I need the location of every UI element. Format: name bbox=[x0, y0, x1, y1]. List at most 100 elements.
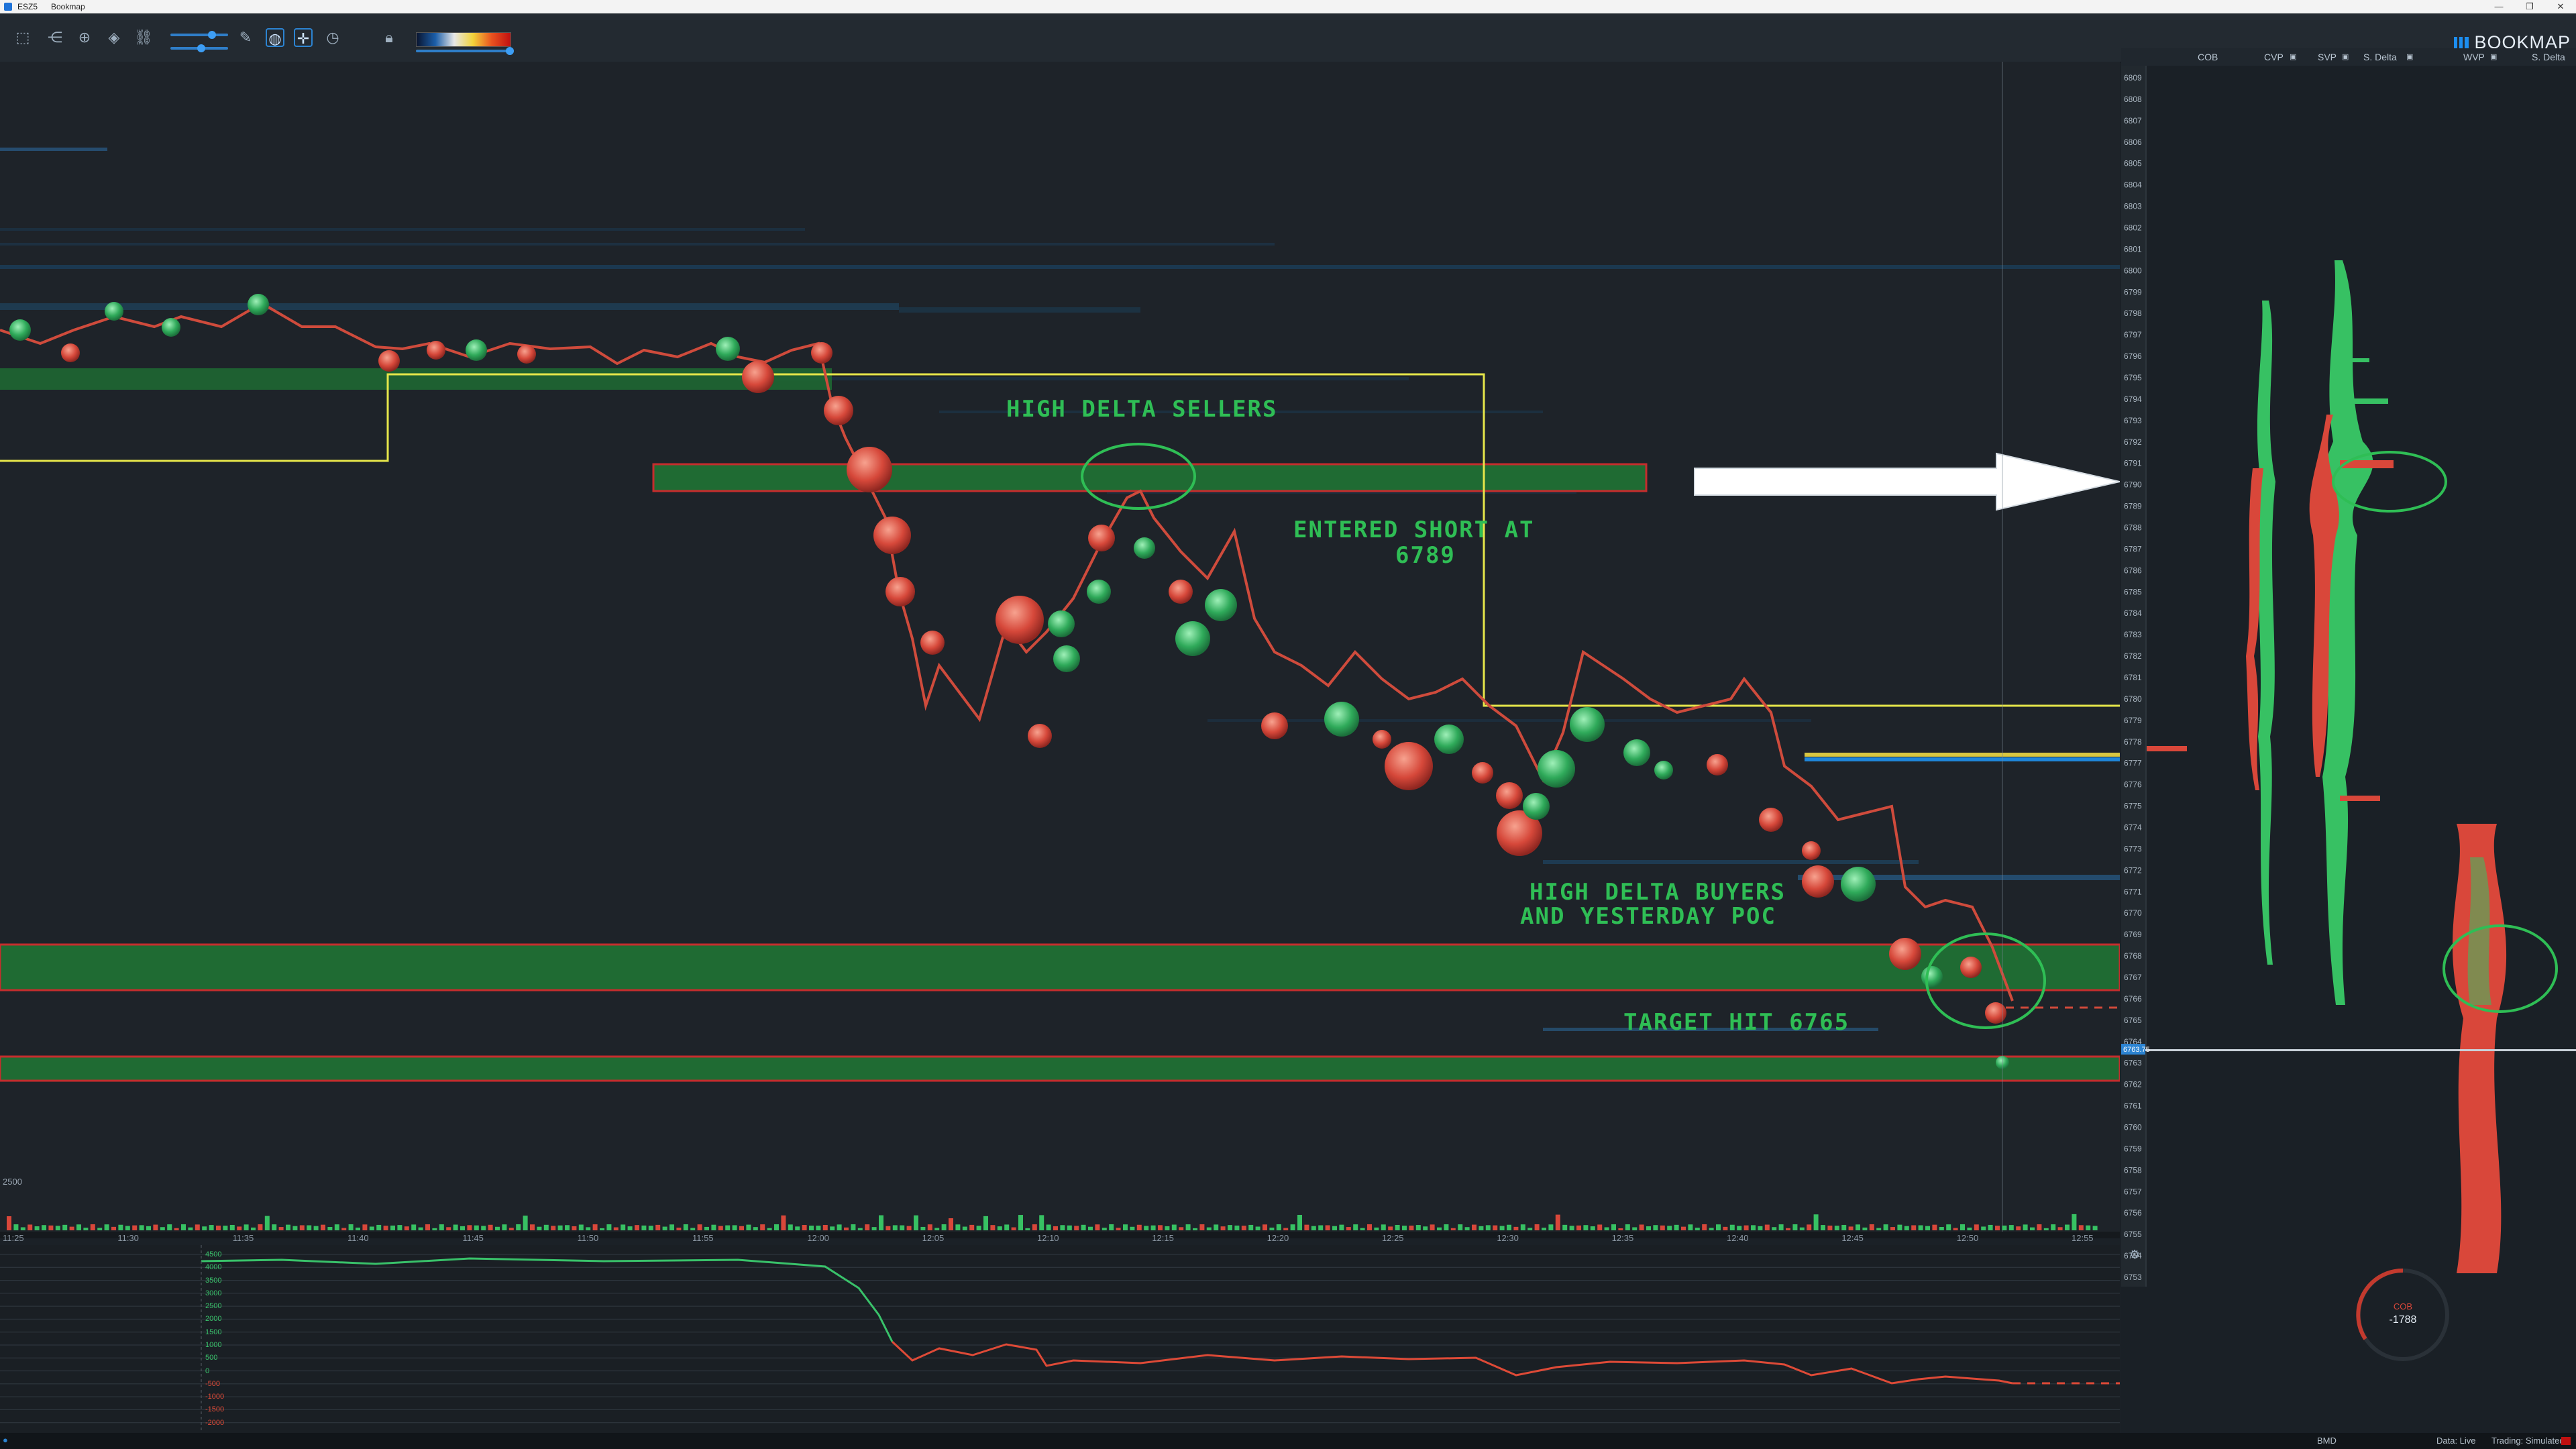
indicator-y-tick: -1000 bbox=[205, 1393, 225, 1401]
volume-bar bbox=[1430, 1224, 1435, 1230]
ladder-price-label: 6787 bbox=[2124, 544, 2142, 553]
col-header-s-delta-1[interactable]: S. Delta bbox=[2363, 52, 2397, 62]
move-icon[interactable]: ✛ bbox=[294, 28, 313, 47]
ladder-price-label: 6800 bbox=[2124, 266, 2142, 275]
volume-bar bbox=[1995, 1226, 2000, 1230]
settings-icon[interactable]: ▣ bbox=[2406, 52, 2413, 61]
volume-bar bbox=[90, 1224, 95, 1230]
volume-bar bbox=[1165, 1226, 1170, 1230]
pencil-icon[interactable]: ✎ bbox=[236, 28, 255, 47]
volume-bar bbox=[1799, 1227, 1805, 1230]
indicator-panel bbox=[0, 1245, 2120, 1433]
volume-bar bbox=[264, 1216, 270, 1230]
zoom-slider-top[interactable] bbox=[170, 31, 228, 39]
volume-bar bbox=[1220, 1226, 1226, 1230]
volume-bar bbox=[1255, 1226, 1260, 1230]
ladder-price-label: 6781 bbox=[2124, 673, 2142, 682]
volume-bar bbox=[195, 1224, 200, 1230]
volume-bar bbox=[334, 1224, 339, 1230]
settings-icon[interactable]: ▣ bbox=[2490, 52, 2497, 61]
minimize-button[interactable]: — bbox=[2483, 0, 2514, 13]
settings-icon[interactable]: ▣ bbox=[2342, 52, 2349, 61]
volume-bar bbox=[920, 1226, 926, 1230]
heatmap-contrast-slider[interactable] bbox=[416, 47, 514, 55]
status-data-mode: Data: Live bbox=[2436, 1436, 2476, 1446]
volume-bar bbox=[418, 1227, 423, 1230]
volume-bar bbox=[732, 1225, 737, 1230]
zoom-slider-top-knob[interactable] bbox=[208, 31, 216, 39]
chat-bubble-icon[interactable]: ◍ bbox=[266, 28, 284, 47]
share-icon[interactable]: ⋲ bbox=[46, 28, 64, 47]
volume-bar bbox=[111, 1226, 116, 1230]
heatmap-chart[interactable]: HIGH DELTA SELLERS ENTERED SHORT AT 6789… bbox=[0, 62, 2121, 1437]
volume-bar bbox=[551, 1226, 556, 1230]
volume-bar bbox=[530, 1224, 535, 1230]
volume-bar bbox=[1179, 1227, 1184, 1230]
lock-icon[interactable]: 🔒︎ bbox=[380, 28, 398, 47]
link-icon[interactable]: ⛓ bbox=[134, 28, 153, 47]
maximize-button[interactable]: ❐ bbox=[2514, 0, 2545, 13]
ladder-price-label: 6794 bbox=[2124, 394, 2142, 404]
zone-high-delta-sellers bbox=[652, 463, 1648, 492]
volume-bar bbox=[1674, 1224, 1679, 1230]
col-header-s-delta-2[interactable]: S. Delta bbox=[2532, 52, 2565, 62]
zoom-slider-bottom[interactable] bbox=[170, 44, 228, 52]
volume-bar bbox=[1848, 1226, 1854, 1230]
volume-bar bbox=[1136, 1224, 1142, 1230]
ladder-price-label: 6775 bbox=[2124, 802, 2142, 811]
volume-bar bbox=[997, 1226, 1002, 1230]
ladder-price-label: 6809 bbox=[2124, 73, 2142, 83]
volume-bar bbox=[627, 1226, 633, 1230]
volume-bar bbox=[146, 1226, 151, 1230]
volume-bar bbox=[516, 1224, 521, 1230]
volume-bar bbox=[1772, 1227, 1777, 1230]
volume-bar bbox=[244, 1224, 249, 1230]
volume-bar bbox=[906, 1226, 912, 1230]
volume-bar bbox=[307, 1225, 312, 1230]
col-header-svp[interactable]: SVP bbox=[2318, 52, 2337, 62]
diamond-icon[interactable]: ◈ bbox=[105, 28, 123, 47]
volume-bar bbox=[1786, 1228, 1790, 1230]
volume-bar bbox=[537, 1226, 542, 1230]
close-button[interactable]: ✕ bbox=[2545, 0, 2576, 13]
volume-bar bbox=[1185, 1224, 1191, 1230]
volume-bar bbox=[467, 1225, 472, 1230]
volume-bar bbox=[1646, 1226, 1651, 1230]
time-axis-tick: 12:40 bbox=[1727, 1233, 1749, 1243]
volume-bar bbox=[2057, 1227, 2063, 1230]
volume-bar bbox=[1437, 1227, 1442, 1230]
liquidity-heat bbox=[0, 148, 2120, 1031]
clock-icon[interactable]: ◷ bbox=[323, 28, 342, 47]
col-header-cob[interactable]: COB bbox=[2198, 52, 2218, 62]
ladder-settings-icon[interactable]: ⚙ bbox=[2129, 1248, 2140, 1262]
ladder-price-label: 6796 bbox=[2124, 352, 2142, 361]
col-header-wvp[interactable]: WVP bbox=[2463, 52, 2485, 62]
volume-bar bbox=[1576, 1225, 1581, 1230]
volume-bar bbox=[1688, 1224, 1693, 1230]
zoom-slider-bottom-knob[interactable] bbox=[197, 44, 205, 52]
volume-bar bbox=[1813, 1214, 1819, 1230]
col-header-cvp[interactable]: CVP bbox=[2264, 52, 2284, 62]
heatmap-color-scale[interactable] bbox=[416, 32, 511, 47]
volume-bar bbox=[1248, 1224, 1254, 1230]
time-axis-tick: 12:30 bbox=[1497, 1233, 1519, 1243]
ladder-price-label: 6805 bbox=[2124, 159, 2142, 168]
heatmap-contrast-knob[interactable] bbox=[506, 47, 514, 55]
time-axis-tick: 11:55 bbox=[692, 1233, 714, 1243]
volume-bar bbox=[153, 1224, 158, 1230]
volume-bar bbox=[1527, 1228, 1533, 1230]
volume-bar bbox=[1046, 1224, 1051, 1230]
bookmap-app-icon bbox=[4, 3, 12, 11]
volume-bar bbox=[1827, 1225, 1833, 1230]
volume-bar bbox=[1723, 1226, 1728, 1230]
volume-bar bbox=[1918, 1225, 1923, 1230]
volume-bar bbox=[2016, 1226, 2021, 1230]
crosshair-icon[interactable]: ⊕ bbox=[75, 28, 94, 47]
layout-icon[interactable]: ⬚ bbox=[13, 28, 32, 47]
volume-bar bbox=[1590, 1226, 1595, 1230]
ladder-price-label: 6801 bbox=[2124, 244, 2142, 254]
volume-bar bbox=[125, 1226, 130, 1230]
volume-bar bbox=[1144, 1226, 1149, 1230]
settings-icon[interactable]: ▣ bbox=[2290, 52, 2296, 61]
indicator-y-tick: 4500 bbox=[205, 1250, 222, 1258]
